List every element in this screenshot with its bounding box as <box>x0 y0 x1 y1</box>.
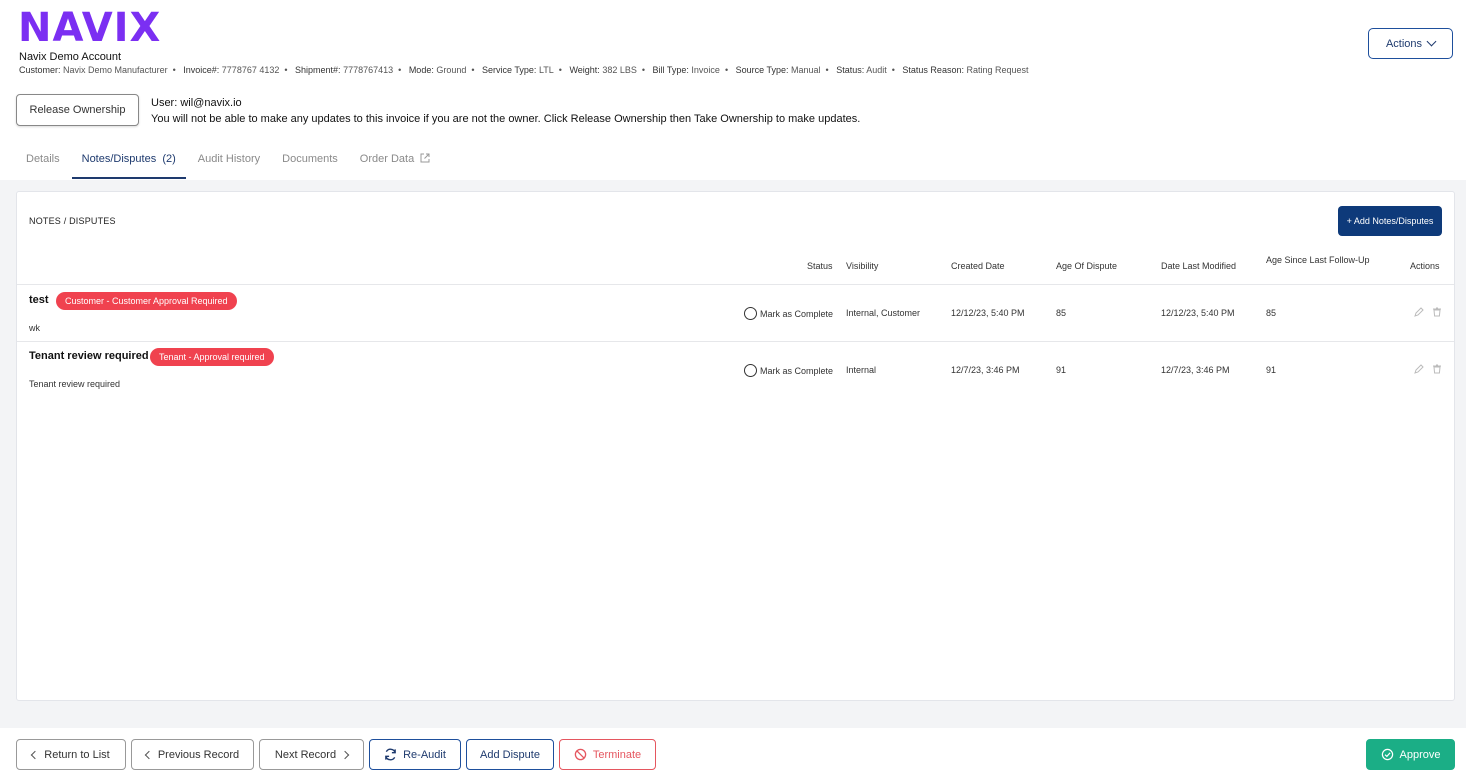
tab-documents[interactable]: Documents <box>272 144 348 179</box>
account-name: Navix Demo Account <box>19 51 122 63</box>
note-body: Tenant review required <box>29 379 121 389</box>
meta-service-value: LTL <box>538 65 554 75</box>
radio-circle-icon <box>744 307 757 320</box>
meta-status-value: Audit <box>866 65 887 75</box>
chevron-down-icon <box>1426 36 1437 47</box>
column-header-followup: Age Since Last Follow-Up <box>1266 255 1370 265</box>
followup-age-value: 91 <box>1266 365 1277 375</box>
meta-weight-key: Weight: <box>569 65 600 75</box>
return-to-list-button[interactable]: Return to List <box>16 739 126 770</box>
next-record-label: Next Record <box>274 748 337 761</box>
add-notes-disputes-button[interactable]: + Add Notes/Disputes <box>1338 206 1442 236</box>
meta-mode-value: Ground <box>436 65 467 75</box>
refresh-icon <box>385 748 396 761</box>
footer-action-bar: Return to List Previous Record Next Reco… <box>0 728 1466 779</box>
column-header-modified: Date Last Modified <box>1161 261 1237 271</box>
row-divider <box>17 341 1454 342</box>
edit-pencil-icon[interactable] <box>1414 364 1424 374</box>
row-divider <box>17 284 1454 285</box>
meta-shipment-key: Shipment#: <box>295 65 341 75</box>
trash-icon[interactable] <box>1432 307 1442 317</box>
age-value: 85 <box>1056 308 1067 318</box>
previous-record-label: Previous Record <box>157 748 240 761</box>
add-dispute-button[interactable]: Add Dispute <box>466 739 554 770</box>
release-ownership-button[interactable]: Release Ownership <box>16 94 139 126</box>
meta-mode-key: Mode: <box>408 65 434 75</box>
chevron-left-icon <box>144 750 154 759</box>
status-badge: Customer - Customer Approval Required <box>56 292 237 310</box>
modified-date-value: 12/12/23, 5:40 PM <box>1161 308 1235 318</box>
actions-label: Actions <box>1385 37 1423 50</box>
meta-source-key: Source Type: <box>735 65 789 75</box>
note-body: wk <box>29 323 40 333</box>
navix-logo: NAVIX <box>18 5 162 51</box>
meta-billtype-key: Bill Type: <box>652 65 689 75</box>
tab-details[interactable]: Details <box>16 144 70 179</box>
visibility-value: Internal, Customer <box>846 308 921 318</box>
followup-age-value: 85 <box>1266 308 1277 318</box>
previous-record-button[interactable]: Previous Record <box>131 739 254 770</box>
column-header-actions: Actions <box>1410 261 1440 271</box>
actions-dropdown-button[interactable]: Actions <box>1368 28 1453 59</box>
page-header: NAVIX Navix Demo Account Customer: Navix… <box>0 0 1466 180</box>
chevron-left-icon <box>31 750 40 759</box>
note-title: Tenant review required <box>29 350 149 362</box>
invoice-meta: Customer: Navix Demo Manufacturer • Invoi… <box>19 65 1029 75</box>
meta-weight-value: 382 LBS <box>602 65 637 75</box>
approve-button[interactable]: Approve <box>1366 739 1455 770</box>
modified-date-value: 12/7/23, 3:46 PM <box>1161 365 1230 375</box>
meta-customer-value: Navix Demo Manufacturer <box>63 65 168 75</box>
owner-user-line: User: wil@navix.io <box>151 97 242 109</box>
mark-complete-toggle[interactable]: Mark as Complete <box>744 307 833 320</box>
column-header-age: Age Of Dispute <box>1056 261 1118 271</box>
prohibited-icon <box>574 748 587 761</box>
approve-label: Approve <box>1399 748 1441 761</box>
external-link-icon <box>420 153 430 163</box>
radio-circle-icon <box>744 364 757 377</box>
meta-service-key: Service Type: <box>482 65 537 75</box>
created-date-value: 12/12/23, 5:40 PM <box>951 308 1025 318</box>
panel-title: NOTES / DISPUTES <box>29 216 116 226</box>
meta-status-key: Status: <box>836 65 865 75</box>
terminate-button[interactable]: Terminate <box>559 739 656 770</box>
re-audit-button[interactable]: Re-Audit <box>369 739 461 770</box>
trash-icon[interactable] <box>1432 364 1442 374</box>
chevron-right-icon <box>340 750 350 759</box>
meta-reason-key: Status Reason: <box>902 65 964 75</box>
app-root: NAVIX Navix Demo Account Customer: Navix… <box>0 0 1466 779</box>
notes-disputes-panel: NOTES / DISPUTES + Add Notes/Disputes St… <box>16 191 1455 701</box>
tab-order-data-label: Order Data <box>359 153 415 165</box>
terminate-label: Terminate <box>592 748 642 761</box>
tab-bar: Details Notes/Disputes (2) Audit History… <box>16 144 442 179</box>
next-record-button[interactable]: Next Record <box>259 739 364 770</box>
check-circle-icon <box>1381 748 1393 761</box>
status-badge: Tenant - Approval required <box>150 348 274 366</box>
re-audit-label: Re-Audit <box>403 748 446 761</box>
mark-complete-toggle[interactable]: Mark as Complete <box>744 364 833 377</box>
meta-invoice-key: Invoice#: <box>183 65 220 75</box>
meta-reason-value: Rating Request <box>966 65 1029 75</box>
column-header-visibility: Visibility <box>846 261 879 271</box>
meta-shipment-value: 7778767413 <box>343 65 394 75</box>
tab-audit-history[interactable]: Audit History <box>188 144 270 179</box>
meta-invoice-value: 7778767 4132 <box>221 65 280 75</box>
return-to-list-label: Return to List <box>44 748 110 761</box>
edit-pencil-icon[interactable] <box>1414 307 1424 317</box>
column-header-created: Created Date <box>951 261 1005 271</box>
created-date-value: 12/7/23, 3:46 PM <box>951 365 1020 375</box>
tab-order-data[interactable]: Order Data <box>350 144 440 179</box>
mark-complete-label: Mark as Complete <box>760 308 834 319</box>
visibility-value: Internal <box>846 365 877 375</box>
note-title: test <box>29 294 49 306</box>
meta-customer-key: Customer: <box>19 65 61 75</box>
meta-billtype-value: Invoice <box>691 65 720 75</box>
tab-notes-disputes[interactable]: Notes/Disputes (2) <box>71 144 186 179</box>
meta-source-value: Manual <box>791 65 821 75</box>
age-value: 91 <box>1056 365 1067 375</box>
ownership-warning: You will not be able to make any updates… <box>151 113 861 125</box>
column-header-status: Status <box>807 261 833 271</box>
mark-complete-label: Mark as Complete <box>760 365 834 376</box>
